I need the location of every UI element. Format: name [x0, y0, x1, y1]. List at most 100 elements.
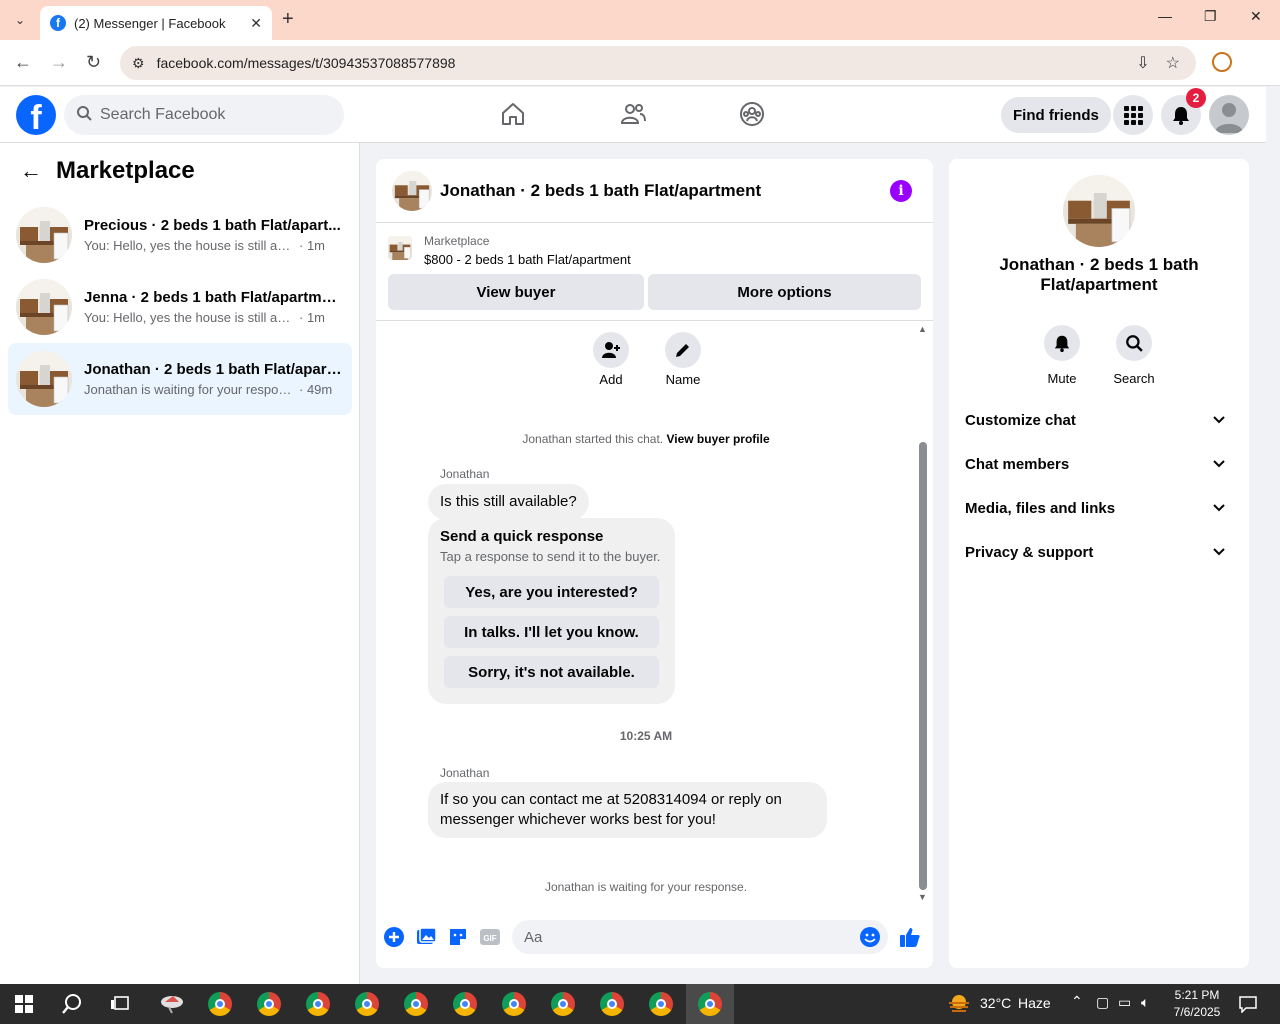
- listing-price-title[interactable]: $800 - 2 beds 1 bath Flat/apartment: [424, 252, 631, 267]
- chrome-active-window-icon[interactable]: [686, 984, 734, 1024]
- chrome-profile-icon[interactable]: [245, 984, 293, 1024]
- volume-icon[interactable]: 🔈︎: [1141, 994, 1149, 1011]
- back-arrow-icon[interactable]: ←: [14, 52, 32, 73]
- photo-icon[interactable]: [415, 926, 437, 948]
- new-tab-plus-icon[interactable]: +: [282, 8, 294, 31]
- menu-grid-icon[interactable]: [1113, 95, 1153, 135]
- chrome-profile-icon[interactable]: [490, 984, 538, 1024]
- facebook-logo-icon[interactable]: f: [16, 95, 56, 135]
- quick-response-yes-button[interactable]: Yes, are you interested?: [444, 576, 659, 608]
- add-person-icon[interactable]: [593, 332, 629, 368]
- browser-profile-icon[interactable]: [1212, 52, 1232, 72]
- taskbar-clock[interactable]: 5:21 PM 7/6/2025: [1166, 987, 1228, 1021]
- back-arrow-icon[interactable]: ←: [20, 158, 42, 184]
- search-action[interactable]: Search: [1104, 325, 1164, 386]
- browser-tab-messenger[interactable]: f (2) Messenger | Facebook ✕: [40, 6, 272, 40]
- page-scrollbar[interactable]: [1266, 87, 1280, 984]
- emoji-icon[interactable]: [859, 926, 881, 948]
- privacy-support-section[interactable]: Privacy & support: [965, 534, 1233, 570]
- groups-icon[interactable]: [739, 101, 765, 127]
- section-label: Customize chat: [965, 411, 1076, 429]
- media-files-links-section[interactable]: Media, files and links: [965, 490, 1233, 526]
- conversation-snippet: You: Hello, yes the house is still avail…: [84, 310, 296, 325]
- url-omnibox[interactable]: ⚙ facebook.com/messages/t/30943537088577…: [120, 46, 1196, 80]
- windows-start-icon[interactable]: [0, 984, 48, 1024]
- site-settings-icon[interactable]: ⚙: [132, 55, 145, 72]
- chat-header: Jonathan · 2 beds 1 bath Flat/apartment: [376, 159, 933, 223]
- sticker-icon[interactable]: [447, 926, 469, 948]
- conversation-name: Precious · 2 beds 1 bath Flat/apart...: [84, 217, 341, 234]
- thumbs-up-icon[interactable]: [899, 926, 921, 948]
- search-input[interactable]: [100, 106, 320, 124]
- tray-chevron-up-icon[interactable]: ⌃: [1071, 993, 1083, 1010]
- gif-icon[interactable]: GIF: [479, 926, 501, 948]
- network-icon[interactable]: ▭: [1118, 994, 1131, 1011]
- quick-response-in-talks-button[interactable]: In talks. I'll let you know.: [444, 616, 659, 648]
- sender-name: Jonathan: [440, 766, 490, 780]
- tab-list-chevron-icon[interactable]: ⌄: [8, 8, 32, 32]
- quick-response-not-available-button[interactable]: Sorry, it's not available.: [444, 656, 659, 688]
- weather-condition[interactable]: Haze: [1018, 995, 1051, 1011]
- mute-bell-icon[interactable]: [1044, 325, 1080, 361]
- home-icon[interactable]: [500, 101, 526, 127]
- install-app-icon[interactable]: ⇩: [1136, 53, 1149, 73]
- chrome-profile-icon[interactable]: [294, 984, 342, 1024]
- pinned-app-icon[interactable]: [148, 984, 196, 1024]
- chrome-profile-icon[interactable]: [441, 984, 489, 1024]
- edit-name-pencil-icon[interactable]: [665, 332, 701, 368]
- window-close-icon[interactable]: ✕: [1250, 8, 1262, 25]
- chat-details-avatar[interactable]: [1063, 175, 1135, 247]
- message-bubble[interactable]: Is this still available?: [428, 484, 589, 520]
- search-icon: [76, 105, 92, 126]
- facebook-search-box[interactable]: [64, 95, 344, 135]
- reload-icon[interactable]: ↻: [86, 52, 101, 73]
- message-input-box[interactable]: [512, 920, 888, 954]
- chrome-profile-icon[interactable]: [539, 984, 587, 1024]
- tab-close-icon[interactable]: ✕: [250, 15, 262, 32]
- notification-center-icon[interactable]: [1232, 984, 1264, 1024]
- windows-taskbar: 32°C Haze ⌃ ▢ ▭ 🔈︎ 5:21 PM 7/6/2025: [0, 984, 1280, 1024]
- conversation-item[interactable]: Jonathan · 2 beds 1 bath Flat/apart... Jo…: [8, 343, 352, 415]
- message-thread: Add Name Jonathan started this chat. Vie…: [376, 322, 933, 908]
- url-text[interactable]: facebook.com/messages/t/3094353708857789…: [157, 55, 1137, 71]
- conversation-item[interactable]: Precious · 2 beds 1 bath Flat/apart... Yo…: [8, 199, 352, 271]
- message-bubble[interactable]: If so you can contact me at 5208314094 o…: [428, 782, 827, 838]
- chrome-icon[interactable]: [196, 984, 244, 1024]
- chat-members-section[interactable]: Chat members: [965, 446, 1233, 482]
- chat-header-thumbnail[interactable]: [392, 170, 432, 211]
- search-icon[interactable]: [1116, 325, 1152, 361]
- chrome-profile-icon[interactable]: [637, 984, 685, 1024]
- chrome-profile-icon[interactable]: [588, 984, 636, 1024]
- view-buyer-button[interactable]: View buyer: [388, 274, 644, 310]
- bookmark-star-icon[interactable]: ☆: [1166, 53, 1180, 73]
- plus-circle-icon[interactable]: [383, 926, 405, 948]
- chrome-profile-icon[interactable]: [343, 984, 391, 1024]
- tray-device-icon[interactable]: ▢: [1096, 994, 1109, 1011]
- message-input[interactable]: [524, 928, 844, 946]
- scroll-down-arrow-icon[interactable]: ▼: [918, 892, 927, 902]
- weather-temperature[interactable]: 32°C: [980, 995, 1011, 1011]
- forward-arrow-icon[interactable]: →: [50, 52, 68, 73]
- facebook-favicon-icon: f: [50, 15, 66, 31]
- restore-icon[interactable]: ❐: [1204, 8, 1217, 25]
- taskbar-search-icon[interactable]: [48, 984, 96, 1024]
- more-options-button[interactable]: More options: [648, 274, 921, 310]
- conversation-item[interactable]: Jenna · 2 beds 1 bath Flat/apartment You:…: [8, 271, 352, 343]
- mute-label: Mute: [1047, 371, 1077, 386]
- mute-action[interactable]: Mute: [1032, 325, 1092, 386]
- info-icon[interactable]: i: [890, 180, 912, 202]
- chat-title[interactable]: Jonathan · 2 beds 1 bath Flat/apartment: [440, 181, 761, 201]
- task-view-icon[interactable]: [96, 984, 144, 1024]
- listing-thumbnail[interactable]: [388, 236, 412, 260]
- friends-icon[interactable]: [620, 101, 646, 127]
- view-buyer-profile-link[interactable]: View buyer profile: [666, 432, 769, 446]
- customize-chat-section[interactable]: Customize chat: [965, 402, 1233, 438]
- chrome-profile-icon[interactable]: [392, 984, 440, 1024]
- account-avatar[interactable]: [1209, 95, 1249, 135]
- minimize-icon[interactable]: —: [1158, 8, 1172, 24]
- section-label: Media, files and links: [965, 499, 1116, 517]
- scroll-up-arrow-icon[interactable]: ▲: [918, 324, 927, 334]
- chat-scrollbar-thumb[interactable]: [919, 442, 927, 890]
- weather-haze-icon[interactable]: [946, 984, 972, 1024]
- find-friends-button[interactable]: Find friends: [1001, 97, 1111, 133]
